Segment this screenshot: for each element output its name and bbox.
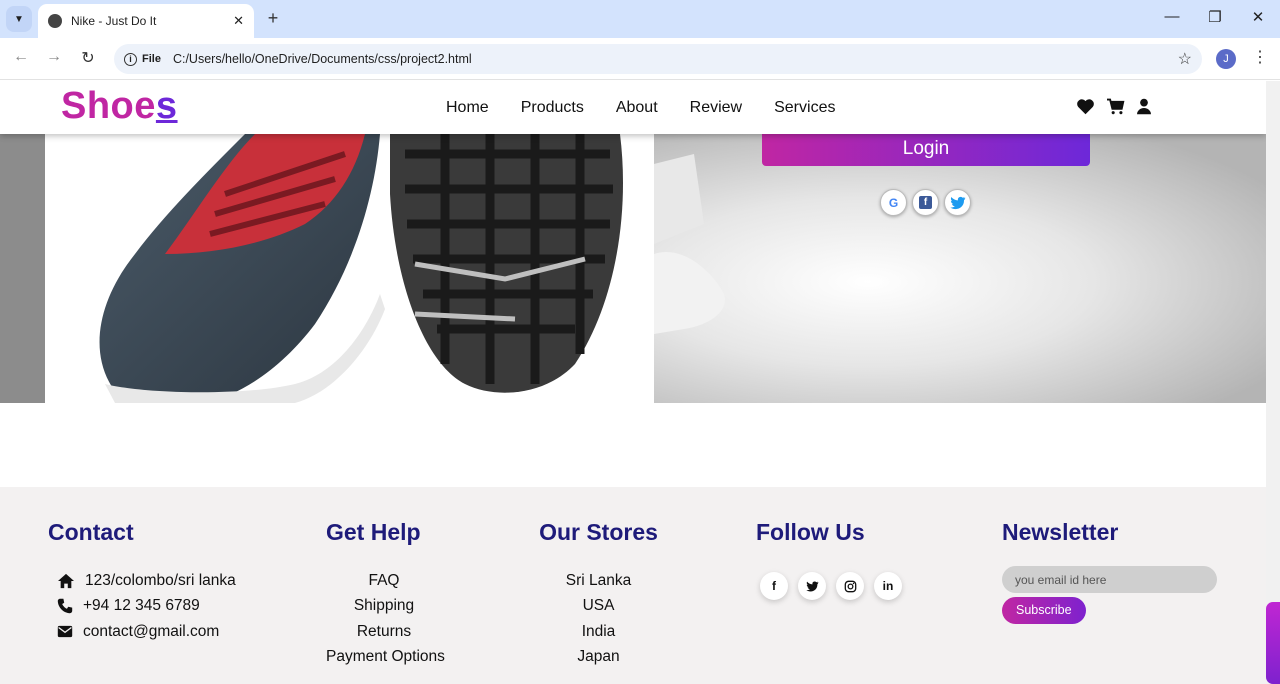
close-window-button[interactable]: ✕ bbox=[1248, 8, 1268, 26]
twitter-follow-icon[interactable] bbox=[798, 572, 826, 600]
instagram-glyph-icon bbox=[844, 580, 856, 592]
social-login-row: G f bbox=[880, 189, 971, 216]
contact-address: 123/colombo/sri lanka bbox=[48, 568, 236, 593]
profile-avatar[interactable]: J bbox=[1216, 49, 1236, 69]
address-bar[interactable]: i File C:/Users/hello/OneDrive/Documents… bbox=[114, 44, 1202, 74]
store-link-india[interactable]: India bbox=[538, 619, 659, 644]
tab-search-button[interactable]: ▼ bbox=[6, 6, 32, 32]
hero-background bbox=[654, 134, 1266, 403]
minimize-button[interactable]: — bbox=[1162, 8, 1182, 25]
restore-button[interactable]: ❐ bbox=[1205, 8, 1225, 26]
linkedin-follow-glyph: in bbox=[882, 579, 894, 593]
footer-newsletter-title: Newsletter bbox=[1002, 519, 1119, 545]
site-footer: Contact 123/colombo/sri lanka +94 12 345… bbox=[0, 487, 1266, 684]
contact-email: contact@gmail.com bbox=[48, 619, 236, 644]
twitter-icon[interactable] bbox=[944, 189, 971, 216]
footer-follow: Follow Us f in bbox=[756, 519, 906, 606]
footer-help-title: Get Help bbox=[326, 519, 421, 545]
facebook-follow-glyph: f bbox=[772, 579, 776, 593]
forward-button[interactable]: → bbox=[43, 48, 65, 66]
bookmark-star-icon[interactable]: ☆ bbox=[1178, 49, 1192, 69]
contact-phone-text: +94 12 345 6789 bbox=[83, 597, 200, 615]
footer-help: Get Help FAQ Shipping Returns Payment Op… bbox=[326, 519, 445, 670]
user-icon[interactable] bbox=[1136, 98, 1152, 115]
info-icon: i bbox=[124, 52, 137, 66]
nav-link-review[interactable]: Review bbox=[690, 99, 742, 117]
page-scrollbar[interactable] bbox=[1266, 81, 1280, 684]
google-icon[interactable]: G bbox=[880, 189, 907, 216]
footer-stores: Our Stores Sri Lanka USA India Japan bbox=[538, 519, 659, 670]
logo-text-main: Shoe bbox=[61, 85, 156, 127]
contact-email-text[interactable]: contact@gmail.com bbox=[83, 619, 219, 644]
url-text[interactable]: C:/Users/hello/OneDrive/Documents/css/pr… bbox=[173, 52, 1178, 66]
shoe-illustration bbox=[99, 134, 623, 403]
tab-title: Nike - Just Do It bbox=[71, 14, 157, 28]
linkedin-follow-icon[interactable]: in bbox=[874, 572, 902, 600]
page-viewport: Shoes Home Products About Review Service… bbox=[0, 81, 1266, 684]
back-button[interactable]: ← bbox=[10, 48, 32, 66]
help-link-faq[interactable]: FAQ bbox=[326, 568, 442, 593]
browser-tab[interactable]: Nike - Just Do It ✕ bbox=[38, 4, 254, 38]
footer-contact-title: Contact bbox=[48, 519, 134, 545]
footer-contact: Contact 123/colombo/sri lanka +94 12 345… bbox=[48, 519, 236, 644]
browser-tab-bar: ▼ Nike - Just Do It ✕ + — ❐ ✕ bbox=[0, 0, 1280, 38]
help-link-shipping[interactable]: Shipping bbox=[326, 593, 442, 618]
facebook-follow-icon[interactable]: f bbox=[760, 572, 788, 600]
store-link-sri-lanka[interactable]: Sri Lanka bbox=[538, 568, 659, 593]
reload-button[interactable]: ↻ bbox=[77, 48, 99, 68]
google-glyph: G bbox=[888, 195, 899, 210]
browser-menu-icon[interactable]: ⋮ bbox=[1252, 47, 1268, 67]
envelope-icon bbox=[57, 625, 73, 638]
twitter-bird-icon bbox=[949, 196, 965, 209]
footer-follow-title: Follow Us bbox=[756, 519, 865, 545]
site-header: Shoes Home Products About Review Service… bbox=[0, 81, 1266, 134]
close-tab-icon[interactable]: ✕ bbox=[233, 13, 244, 29]
follow-icons: f in bbox=[756, 566, 906, 606]
store-link-usa[interactable]: USA bbox=[538, 593, 659, 618]
contact-phone: +94 12 345 6789 bbox=[48, 593, 236, 618]
phone-icon bbox=[57, 598, 73, 614]
contact-address-text: 123/colombo/sri lanka bbox=[85, 572, 236, 589]
store-link-japan[interactable]: Japan bbox=[538, 644, 659, 669]
main-nav: Home Products About Review Services bbox=[446, 99, 835, 117]
runner-illustration bbox=[654, 154, 725, 334]
instagram-follow-icon[interactable] bbox=[836, 572, 864, 600]
nav-link-products[interactable]: Products bbox=[521, 99, 584, 117]
site-info-label: File bbox=[142, 53, 161, 65]
browser-toolbar: ← → ↻ i File C:/Users/hello/OneDrive/Doc… bbox=[0, 38, 1280, 80]
logo-text-last: s bbox=[155, 85, 178, 127]
nav-link-services[interactable]: Services bbox=[774, 99, 835, 117]
help-link-returns[interactable]: Returns bbox=[326, 619, 442, 644]
facebook-glyph: f bbox=[919, 196, 932, 209]
header-icons bbox=[1076, 98, 1152, 115]
cart-icon[interactable] bbox=[1106, 98, 1125, 115]
nav-link-home[interactable]: Home bbox=[446, 99, 489, 117]
hero-section bbox=[0, 134, 1266, 403]
site-info-chip[interactable]: i File bbox=[124, 52, 161, 66]
newsletter-email-input[interactable] bbox=[1002, 566, 1217, 593]
login-button[interactable]: Login bbox=[762, 134, 1090, 166]
nav-link-about[interactable]: About bbox=[616, 99, 658, 117]
shoe-image bbox=[45, 134, 654, 403]
site-logo[interactable]: Shoes bbox=[61, 85, 178, 128]
facebook-icon[interactable]: f bbox=[912, 189, 939, 216]
heart-icon[interactable] bbox=[1076, 98, 1095, 115]
globe-icon bbox=[48, 14, 62, 28]
footer-stores-title: Our Stores bbox=[539, 519, 658, 545]
footer-newsletter: Newsletter Subscribe bbox=[1002, 519, 1217, 624]
home-icon bbox=[58, 573, 74, 588]
page-scrollbar-thumb[interactable] bbox=[1266, 602, 1280, 684]
help-link-payment[interactable]: Payment Options bbox=[326, 644, 445, 669]
subscribe-button[interactable]: Subscribe bbox=[1002, 597, 1086, 624]
new-tab-button[interactable]: + bbox=[262, 8, 284, 29]
twitter-follow-bird-icon bbox=[805, 581, 818, 591]
